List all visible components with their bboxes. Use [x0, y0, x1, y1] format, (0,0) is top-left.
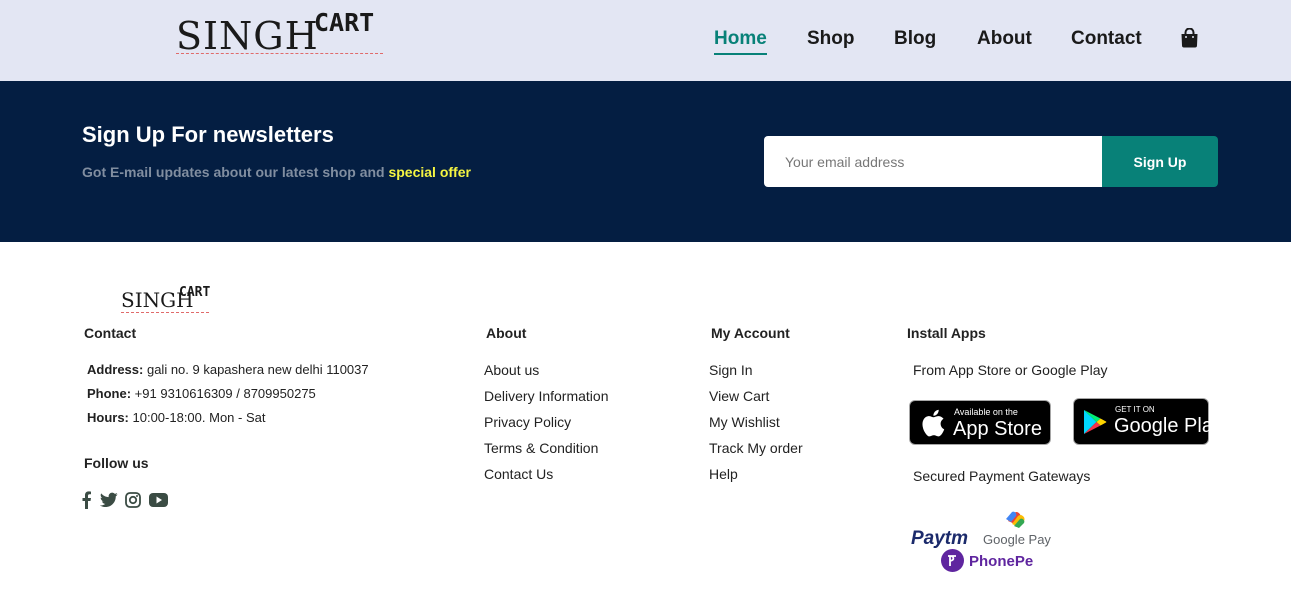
phonepe-icon [941, 549, 964, 572]
nav-home[interactable]: Home [714, 28, 767, 55]
link-my-wishlist[interactable]: My Wishlist [709, 414, 780, 430]
link-view-cart[interactable]: View Cart [709, 388, 769, 404]
address-line: Address: gali no. 9 kapashera new delhi … [87, 362, 369, 377]
follow-heading: Follow us [84, 455, 149, 471]
newsletter-email-input[interactable] [764, 136, 1103, 187]
main-nav: Home Shop Blog About Contact [0, 28, 1291, 55]
link-privacy-policy[interactable]: Privacy Policy [484, 414, 571, 430]
phone-line: Phone: +91 9310616309 / 8709950275 [87, 386, 316, 401]
link-help[interactable]: Help [709, 466, 738, 482]
google-play-badge[interactable]: GET IT ON Google Play [1073, 398, 1223, 445]
link-contact-us[interactable]: Contact Us [484, 466, 553, 482]
nav-shop[interactable]: Shop [807, 28, 855, 50]
hours-line: Hours: 10:00-18:00. Mon - Sat [87, 410, 265, 425]
nav-blog[interactable]: Blog [894, 28, 936, 50]
newsletter-title: Sign Up For newsletters [82, 122, 334, 147]
google-pay-icon [1006, 511, 1025, 528]
link-sign-in[interactable]: Sign In [709, 362, 753, 378]
google-pay-label: Google Pay [983, 532, 1051, 547]
phone-value: +91 9310616309 / 8709950275 [131, 386, 316, 401]
facebook-icon[interactable] [82, 491, 91, 509]
address-label: Address: [87, 362, 144, 377]
link-about-us[interactable]: About us [484, 362, 539, 378]
newsletter-subtitle-text: Got E-mail updates about our latest shop… [82, 164, 389, 180]
nav-contact[interactable]: Contact [1071, 28, 1142, 50]
google-play-big-text: Google Play [1114, 415, 1223, 437]
hours-label: Hours: [87, 410, 129, 425]
google-play-small-text: GET IT ON [1115, 405, 1155, 414]
newsletter-section: Sign Up For newsletters Got E-mail updat… [0, 81, 1291, 242]
instagram-icon[interactable] [125, 491, 141, 509]
youtube-icon[interactable] [149, 491, 168, 509]
app-store-badge[interactable]: Available on the App Store [909, 400, 1051, 445]
paytm-text: Paytm [911, 528, 969, 549]
shopping-bag-icon[interactable] [1180, 28, 1199, 48]
signup-button[interactable]: Sign Up [1102, 136, 1218, 187]
account-heading: My Account [711, 325, 790, 341]
footer-logo-sup: CART [179, 285, 211, 300]
newsletter-subtitle: Got E-mail updates about our latest shop… [82, 164, 471, 180]
hours-value: 10:00-18:00. Mon - Sat [128, 410, 266, 425]
link-terms-condition[interactable]: Terms & Condition [484, 440, 598, 456]
address-value: gali no. 9 kapashera new delhi 110037 [143, 362, 369, 377]
apple-icon [922, 409, 945, 437]
footer-logo-underline [121, 312, 209, 313]
phone-label: Phone: [87, 386, 132, 401]
google-play-icon [1084, 410, 1107, 434]
paytm-logo: Paytm [911, 528, 968, 550]
apps-subtitle: From App Store or Google Play [913, 362, 1108, 378]
payments-heading: Secured Payment Gateways [913, 468, 1091, 484]
phonepe-label: PhonePe [969, 553, 1034, 570]
contact-heading: Contact [84, 325, 137, 341]
link-delivery-information[interactable]: Delivery Information [484, 388, 609, 404]
site-header: SINGH CART Home Shop Blog About Contact [0, 0, 1291, 81]
link-track-order[interactable]: Track My order [709, 440, 803, 456]
footer-logo[interactable]: SINGH CART [121, 285, 211, 315]
app-store-small-text: Available on the [954, 407, 1018, 417]
newsletter-highlight: special offer [388, 164, 471, 180]
about-heading: About [486, 325, 527, 341]
install-apps-heading: Install Apps [907, 325, 986, 341]
app-store-big-text: App Store [953, 418, 1042, 440]
nav-about[interactable]: About [977, 28, 1032, 50]
twitter-icon[interactable] [100, 491, 118, 509]
